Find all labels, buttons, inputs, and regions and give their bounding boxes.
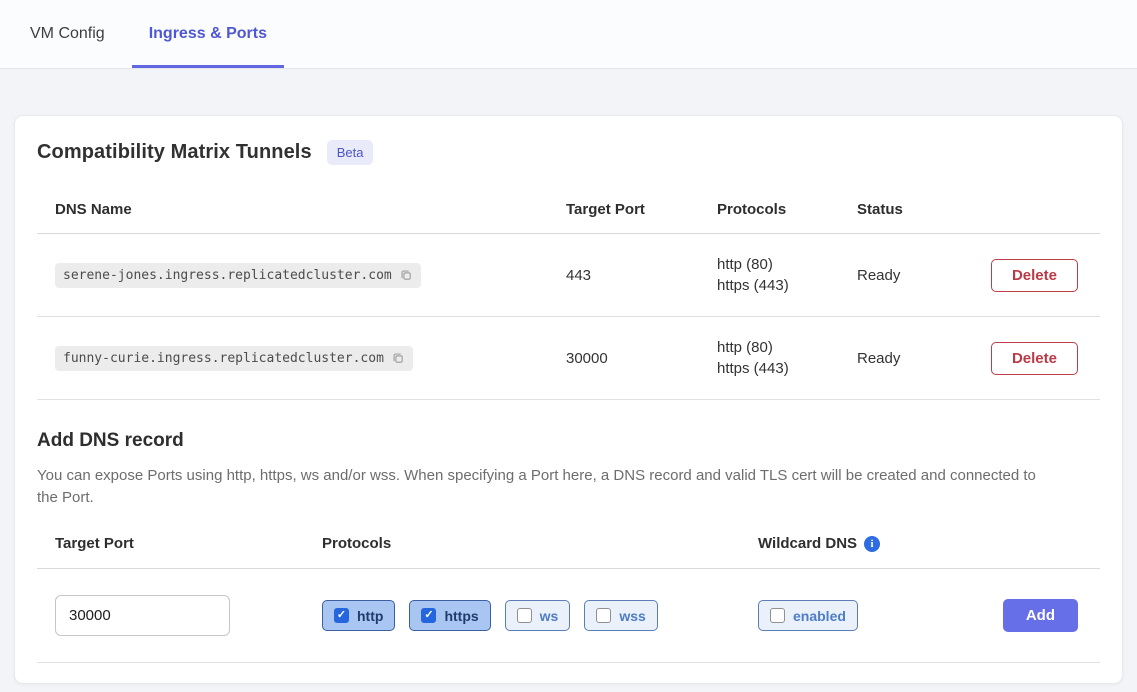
checkbox-wildcard-enabled[interactable]: enabled xyxy=(758,600,858,631)
status-value: Ready xyxy=(857,267,977,284)
checkbox-box xyxy=(421,608,436,623)
card-title: Compatibility Matrix Tunnels xyxy=(37,141,312,164)
target-port-value: 30000 xyxy=(566,350,717,367)
dns-name-pill: serene-jones.ingress.replicatedcluster.c… xyxy=(55,263,421,288)
table-row: funny-curie.ingress.replicatedcluster.co… xyxy=(37,317,1100,400)
add-dns-record-description: You can expose Ports using http, https, … xyxy=(37,465,1057,509)
card-title-row: Compatibility Matrix Tunnels Beta xyxy=(37,140,1100,165)
delete-button[interactable]: Delete xyxy=(991,342,1078,375)
target-port-value: 443 xyxy=(566,267,717,284)
dns-name-text: serene-jones.ingress.replicatedcluster.c… xyxy=(63,268,392,283)
add-dns-form-header: Target Port Protocols Wildcard DNS i xyxy=(37,535,1100,569)
col-header-status: Status xyxy=(857,201,977,218)
checkbox-ws[interactable]: ws xyxy=(505,600,571,631)
tunnels-card: Compatibility Matrix Tunnels Beta DNS Na… xyxy=(14,115,1123,684)
checkbox-https[interactable]: https xyxy=(409,600,490,631)
dns-name-text: funny-curie.ingress.replicatedcluster.co… xyxy=(63,351,384,366)
dns-name-pill: funny-curie.ingress.replicatedcluster.co… xyxy=(55,346,413,371)
checkbox-box xyxy=(334,608,349,623)
copy-icon[interactable] xyxy=(399,268,413,282)
col-header-dns-name: DNS Name xyxy=(55,201,566,218)
tunnels-table-header: DNS Name Target Port Protocols Status xyxy=(37,185,1100,234)
form-header-wildcard-dns: Wildcard DNS xyxy=(758,535,857,552)
checkbox-box xyxy=(770,608,785,623)
delete-button[interactable]: Delete xyxy=(991,259,1078,292)
col-header-protocols: Protocols xyxy=(717,201,857,218)
target-port-input[interactable] xyxy=(55,595,230,636)
copy-icon[interactable] xyxy=(391,351,405,365)
add-dns-record-title: Add DNS record xyxy=(37,430,1100,452)
protocols-cell: http (80) https (443) xyxy=(717,254,857,296)
checkbox-wss[interactable]: wss xyxy=(584,600,657,631)
checkbox-box xyxy=(596,608,611,623)
beta-badge: Beta xyxy=(327,140,374,165)
protocol-checkbox-group: http https ws wss xyxy=(322,600,758,631)
add-dns-form-row: http https ws wss enabled Add xyxy=(37,569,1100,662)
col-header-target-port: Target Port xyxy=(566,201,717,218)
tab-vm-config[interactable]: VM Config xyxy=(30,0,105,68)
add-button[interactable]: Add xyxy=(1003,599,1078,632)
info-icon[interactable]: i xyxy=(864,536,880,552)
table-row: serene-jones.ingress.replicatedcluster.c… xyxy=(37,234,1100,317)
checkbox-box xyxy=(517,608,532,623)
status-value: Ready xyxy=(857,350,977,367)
tab-ingress-ports[interactable]: Ingress & Ports xyxy=(132,0,284,68)
bottom-divider xyxy=(37,662,1100,663)
checkbox-http[interactable]: http xyxy=(322,600,395,631)
form-header-target-port: Target Port xyxy=(55,535,322,552)
protocols-cell: http (80) https (443) xyxy=(717,337,857,379)
tab-bar: VM Config Ingress & Ports xyxy=(0,0,1137,69)
form-header-protocols: Protocols xyxy=(322,535,758,552)
